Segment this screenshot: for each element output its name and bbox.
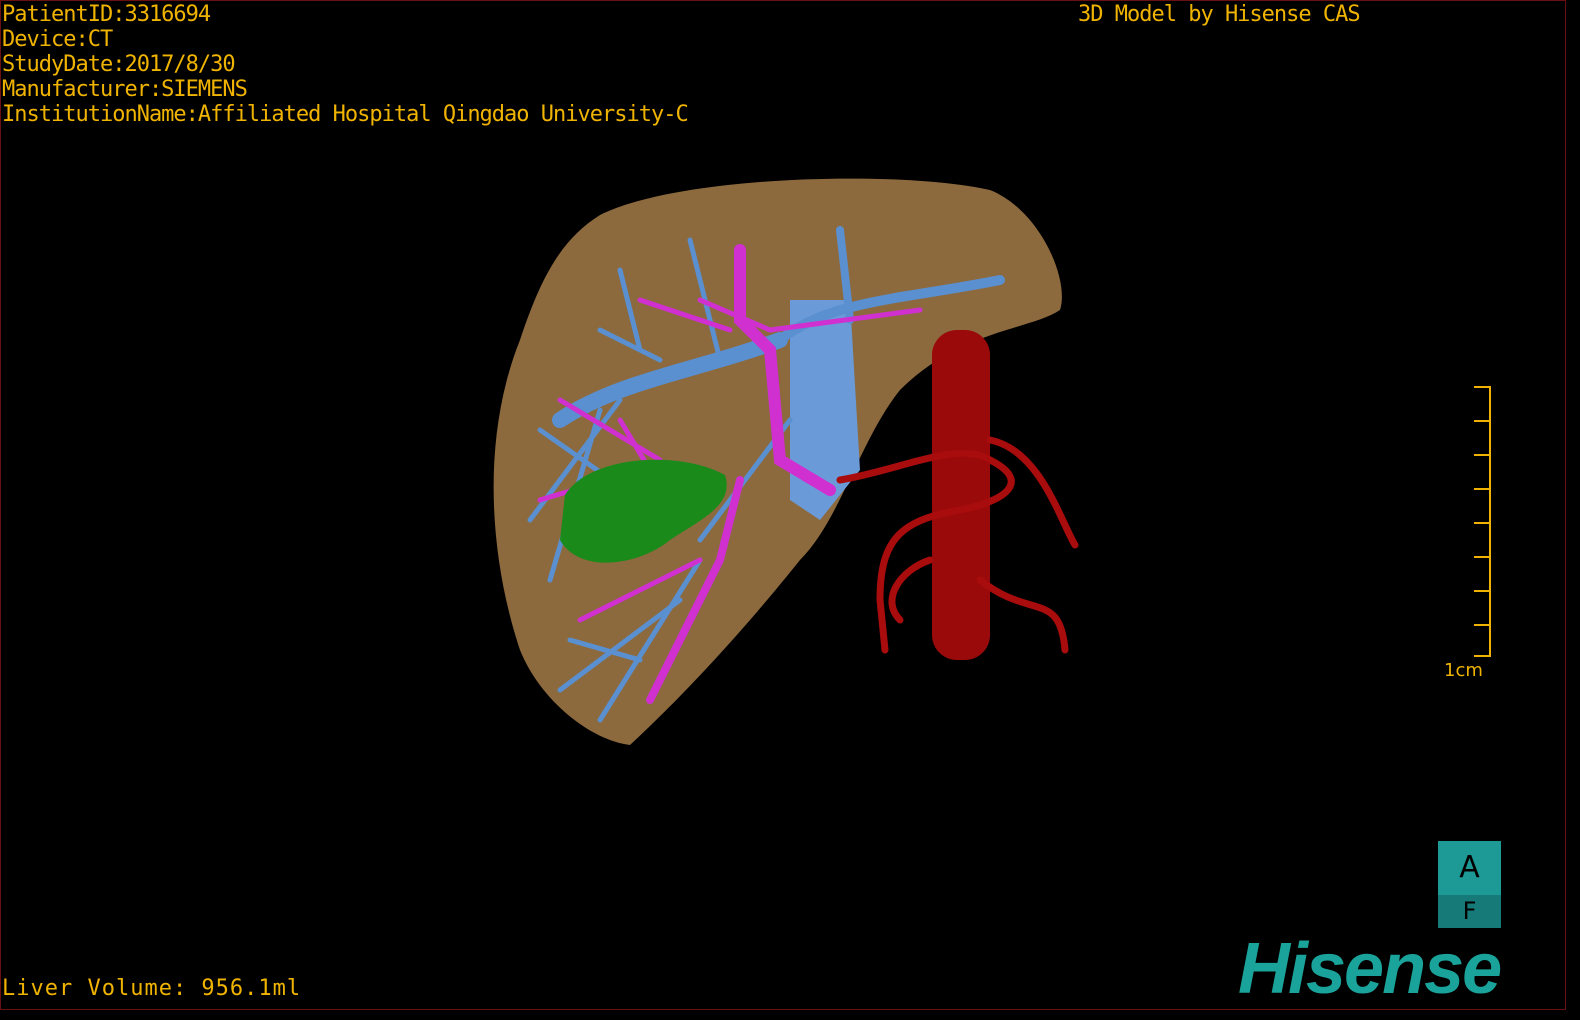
orientation-cube[interactable]: A F: [1438, 841, 1501, 928]
study-date: StudyDate:2017/8/30: [2, 52, 236, 77]
institution-name: InstitutionName:Affiliated Hospital Qing…: [2, 102, 689, 127]
orientation-foot: F: [1438, 895, 1501, 928]
scale-bar: [1474, 386, 1491, 657]
patient-info: PatientID:3316694 Device:CT StudyDate:20…: [2, 2, 689, 127]
patient-id: PatientID:3316694: [2, 2, 211, 27]
orientation-anterior: A: [1438, 841, 1501, 895]
3d-liver-model[interactable]: [0, 0, 1580, 1020]
device: Device:CT: [2, 27, 113, 52]
hisense-logo: Hisense: [1238, 929, 1502, 1009]
aorta: [932, 330, 990, 660]
scale-label: 1cm: [1444, 660, 1483, 681]
manufacturer: Manufacturer:SIEMENS: [2, 77, 248, 102]
liver-volume: Liver Volume: 956.1ml: [2, 976, 302, 1001]
model-title: 3D Model by Hisense CAS: [1078, 2, 1361, 27]
